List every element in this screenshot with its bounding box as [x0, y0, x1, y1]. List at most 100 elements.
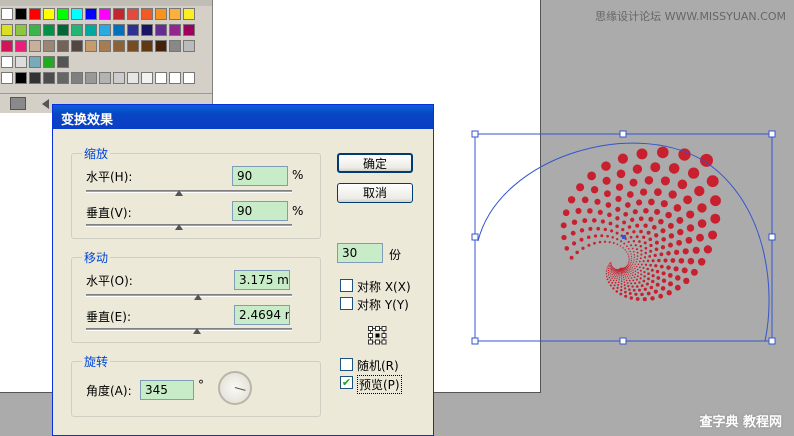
resize-handle[interactable] [619, 130, 627, 138]
color-swatch[interactable] [155, 40, 167, 52]
spiral-dot [655, 269, 660, 274]
color-swatch[interactable] [43, 24, 55, 36]
color-swatch[interactable] [141, 72, 153, 84]
color-swatch[interactable] [99, 8, 111, 20]
scale-horizontal-input[interactable]: 90 [232, 166, 288, 186]
color-swatch[interactable] [15, 72, 27, 84]
resize-handle[interactable] [619, 337, 627, 345]
resize-handle[interactable] [768, 337, 776, 345]
spiral-dot [593, 241, 596, 245]
color-swatch[interactable] [71, 40, 83, 52]
color-swatch[interactable] [1, 8, 13, 20]
copies-input[interactable]: 30 [337, 243, 383, 263]
color-swatch[interactable] [113, 8, 125, 20]
color-swatch[interactable] [127, 72, 139, 84]
color-swatch[interactable] [183, 72, 195, 84]
color-swatch[interactable] [71, 8, 83, 20]
color-swatch[interactable] [155, 8, 167, 20]
ok-button[interactable]: 确定 [337, 153, 413, 173]
color-swatch[interactable] [85, 8, 97, 20]
color-swatch[interactable] [57, 40, 69, 52]
color-swatch[interactable] [43, 8, 55, 20]
cancel-button[interactable]: 取消 [337, 183, 413, 203]
color-swatch[interactable] [43, 40, 55, 52]
random-checkbox[interactable] [340, 358, 353, 371]
color-swatch[interactable] [29, 72, 41, 84]
color-swatch[interactable] [127, 24, 139, 36]
color-swatch[interactable] [29, 56, 41, 68]
color-swatch[interactable] [29, 40, 41, 52]
reflect-y-checkbox[interactable] [340, 297, 353, 310]
scale-vertical-slider-track[interactable] [86, 224, 292, 227]
center-point-handle[interactable] [622, 235, 626, 239]
move-vertical-slider-track[interactable] [86, 328, 292, 331]
color-swatch[interactable] [155, 72, 167, 84]
color-swatch[interactable] [57, 56, 69, 68]
color-swatch[interactable] [99, 24, 111, 36]
color-swatch[interactable] [183, 40, 195, 52]
move-horizontal-slider-thumb[interactable] [194, 294, 202, 300]
color-swatch[interactable] [57, 8, 69, 20]
color-swatch[interactable] [169, 24, 181, 36]
rotate-angle-dial[interactable] [218, 371, 252, 405]
color-swatch[interactable] [85, 40, 97, 52]
color-swatch[interactable] [141, 24, 153, 36]
color-swatch[interactable] [15, 40, 27, 52]
move-vertical-slider-thumb[interactable] [193, 328, 201, 334]
resize-handle[interactable] [768, 233, 776, 241]
swatch-library-icon[interactable] [10, 97, 26, 110]
color-swatch[interactable] [183, 24, 195, 36]
spiral-artwork[interactable] [460, 115, 790, 385]
scale-horizontal-slider-track[interactable] [86, 190, 292, 193]
color-swatch[interactable] [85, 72, 97, 84]
move-vertical-input[interactable]: 2.4694 r [234, 305, 290, 325]
reference-point-locator[interactable] [367, 325, 387, 345]
scale-horizontal-slider-thumb[interactable] [175, 190, 183, 196]
color-swatch[interactable] [169, 72, 181, 84]
rotate-angle-input[interactable]: 345 [140, 380, 194, 400]
move-vertical-label: 垂直(E): [86, 310, 131, 324]
scale-vertical-slider-thumb[interactable] [175, 224, 183, 230]
color-swatch[interactable] [43, 72, 55, 84]
color-swatch[interactable] [99, 40, 111, 52]
color-swatch[interactable] [141, 40, 153, 52]
color-swatch[interactable] [169, 8, 181, 20]
color-swatch[interactable] [113, 40, 125, 52]
color-swatch[interactable] [99, 72, 111, 84]
move-horizontal-slider-track[interactable] [86, 294, 292, 297]
color-swatch[interactable] [15, 8, 27, 20]
scale-vertical-input[interactable]: 90 [232, 201, 288, 221]
resize-handle[interactable] [471, 233, 479, 241]
reflect-x-checkbox[interactable] [340, 279, 353, 292]
color-swatch[interactable] [15, 56, 27, 68]
resize-handle[interactable] [471, 130, 479, 138]
color-swatch[interactable] [29, 8, 41, 20]
color-swatch[interactable] [1, 24, 13, 36]
color-swatch[interactable] [57, 72, 69, 84]
dialog-title-bar[interactable]: 变换效果 [53, 105, 433, 129]
resize-handle[interactable] [768, 130, 776, 138]
color-swatch[interactable] [169, 40, 181, 52]
color-swatch[interactable] [113, 24, 125, 36]
color-swatch[interactable] [71, 24, 83, 36]
spiral-dot [703, 245, 713, 254]
color-swatch[interactable] [183, 8, 195, 20]
scroll-left-icon[interactable] [42, 99, 49, 109]
preview-checkbox[interactable]: ✔ [340, 376, 353, 389]
color-swatch[interactable] [127, 40, 139, 52]
color-swatch[interactable] [141, 8, 153, 20]
color-swatch[interactable] [127, 8, 139, 20]
color-swatch[interactable] [29, 24, 41, 36]
color-swatch[interactable] [85, 24, 97, 36]
color-swatch[interactable] [43, 56, 55, 68]
color-swatch[interactable] [1, 72, 13, 84]
color-swatch[interactable] [113, 72, 125, 84]
color-swatch[interactable] [71, 72, 83, 84]
color-swatch[interactable] [57, 24, 69, 36]
color-swatch[interactable] [155, 24, 167, 36]
color-swatch[interactable] [1, 40, 13, 52]
color-swatch[interactable] [15, 24, 27, 36]
color-swatch[interactable] [1, 56, 13, 68]
move-horizontal-input[interactable]: 3.175 mi [234, 270, 290, 290]
resize-handle[interactable] [471, 337, 479, 345]
